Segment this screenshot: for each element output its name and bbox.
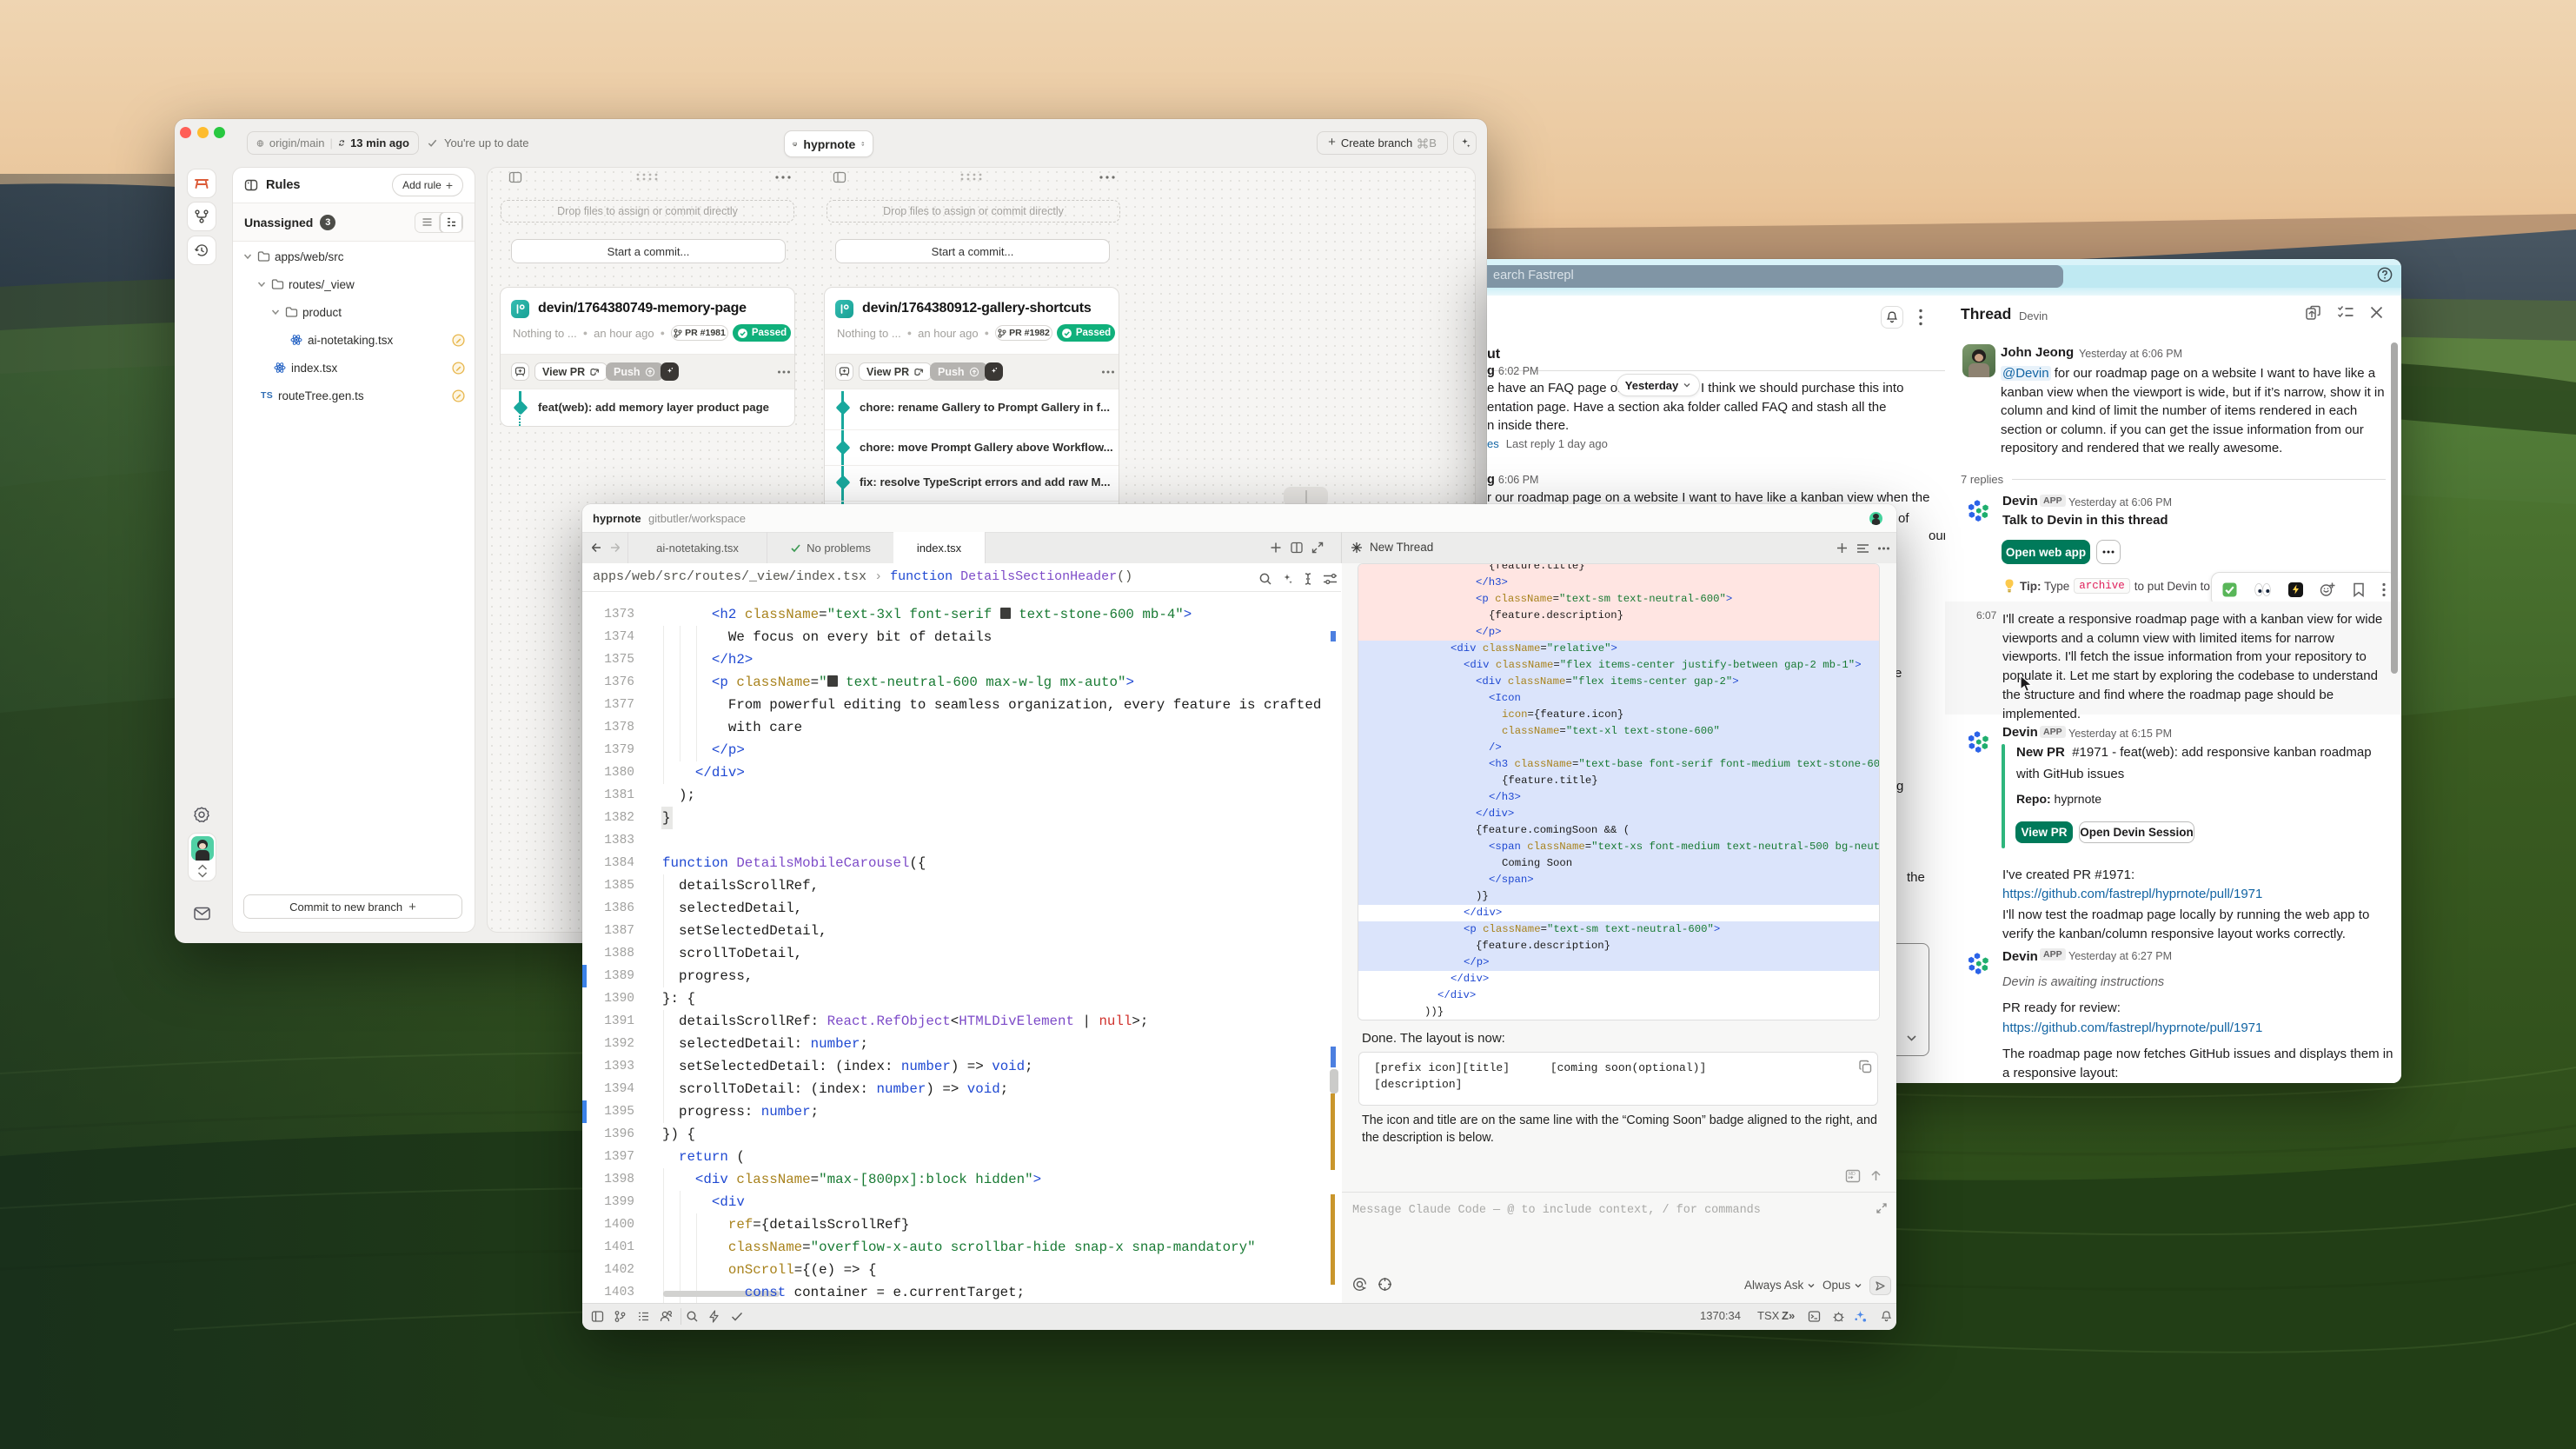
svg-text:MD: MD bbox=[1849, 1172, 1856, 1177]
